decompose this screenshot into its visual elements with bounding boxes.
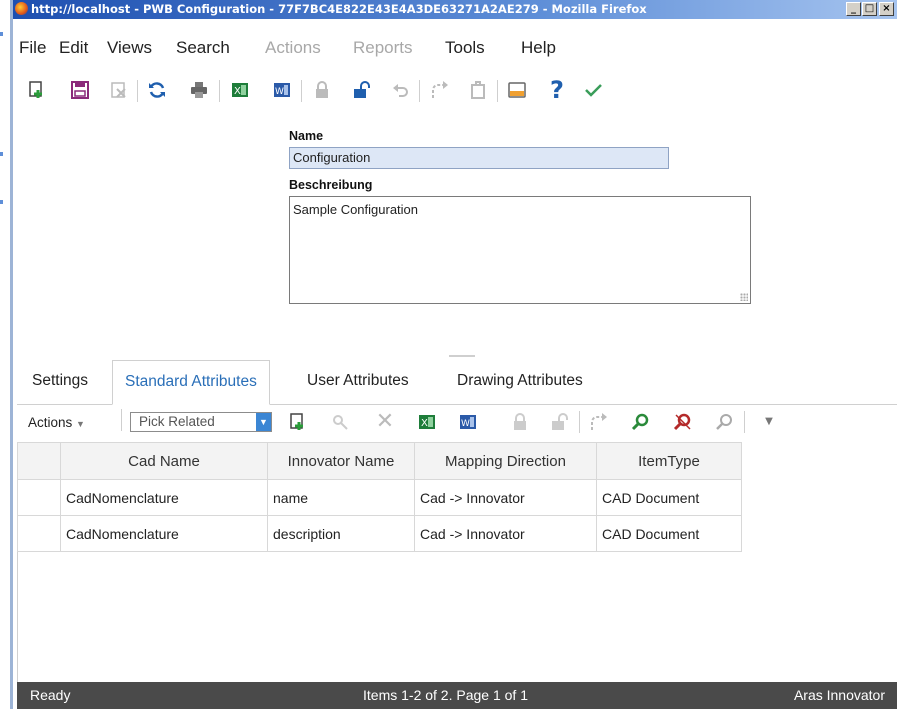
table-row[interactable]: CadNomenclature name Cad -> Innovator CA… [17, 479, 742, 516]
unlock-icon[interactable] [352, 80, 372, 100]
cell-cad-name[interactable]: CadNomenclature [60, 479, 268, 516]
search-options-icon[interactable] [715, 412, 735, 432]
column-header-mapping-direction[interactable]: Mapping Direction [414, 442, 597, 480]
column-header-innovator-name[interactable]: Innovator Name [267, 442, 415, 480]
delete-icon[interactable]: ✕ [375, 411, 395, 433]
menu-edit[interactable]: Edit [59, 38, 88, 58]
cell-itemtype[interactable]: CAD Document [596, 479, 742, 516]
new-icon[interactable] [27, 80, 47, 100]
actions-menu[interactable]: Actions ▼ [28, 414, 85, 433]
word-icon[interactable]: W [272, 80, 292, 100]
promote-icon[interactable] [429, 80, 449, 100]
clear-search-icon[interactable] [673, 412, 693, 432]
grid-header-row: Cad Name Innovator Name Mapping Directio… [17, 442, 742, 480]
cell-mapping-direction[interactable]: Cad -> Innovator [414, 515, 597, 552]
status-pagination: Items 1-2 of 2. Page 1 of 1 [363, 687, 528, 703]
svg-text:X: X [421, 418, 428, 429]
menu-help[interactable]: Help [521, 38, 556, 58]
menu-reports[interactable]: Reports [353, 38, 413, 58]
menu-views[interactable]: Views [107, 38, 152, 58]
done-icon[interactable] [583, 80, 603, 100]
lock-icon[interactable] [510, 412, 530, 432]
grid-header-selector[interactable] [17, 442, 61, 480]
window-title: http://localhost - PWB Configuration - 7… [31, 2, 647, 16]
menu-file[interactable]: File [19, 38, 46, 58]
svg-text:W: W [275, 87, 284, 97]
cell-mapping-direction[interactable]: Cad -> Innovator [414, 479, 597, 516]
panel-icon[interactable] [507, 80, 527, 100]
column-header-cad-name[interactable]: Cad Name [60, 442, 268, 480]
excel-icon[interactable]: X [230, 80, 250, 100]
cell-innovator-name[interactable]: name [267, 479, 415, 516]
menu-tools[interactable]: Tools [445, 38, 485, 58]
description-value: Sample Configuration [293, 202, 419, 217]
svg-text:W: W [461, 419, 470, 429]
claim-icon[interactable] [468, 80, 488, 100]
tab-standard-attributes[interactable]: Standard Attributes [112, 360, 270, 405]
row-selector[interactable] [17, 515, 61, 552]
relationship-grid: Cad Name Innovator Name Mapping Directio… [17, 442, 742, 552]
cell-innovator-name[interactable]: description [267, 515, 415, 552]
menu-search[interactable]: Search [176, 38, 230, 58]
chevron-down-icon: ▼ [76, 419, 85, 429]
svg-text:X: X [234, 86, 241, 97]
word-export-icon[interactable]: W [458, 412, 478, 432]
row-selector[interactable] [17, 479, 61, 516]
tab-user-attributes[interactable]: User Attributes [307, 360, 409, 402]
discard-icon[interactable] [109, 80, 129, 100]
pick-icon[interactable] [330, 412, 350, 432]
more-options-icon[interactable]: ▼ [759, 412, 779, 432]
status-product: Aras Innovator [793, 687, 885, 703]
menu-actions[interactable]: Actions [265, 38, 321, 58]
relationship-tabs: Settings Standard Attributes User Attrib… [17, 360, 897, 405]
menu-bar: File Edit Views Search Actions Reports T… [13, 38, 897, 64]
status-ready: Ready [30, 687, 71, 703]
search-icon[interactable] [631, 412, 651, 432]
save-icon[interactable] [70, 80, 90, 100]
refresh-icon[interactable] [147, 80, 167, 100]
pane-splitter[interactable] [449, 355, 475, 357]
firefox-icon [15, 2, 28, 15]
description-field[interactable]: Sample Configuration [289, 196, 751, 304]
app-window: http://localhost - PWB Configuration - 7… [10, 0, 897, 709]
resize-grip-icon[interactable] [740, 293, 748, 301]
cell-itemtype[interactable]: CAD Document [596, 515, 742, 552]
table-row[interactable]: CadNomenclature description Cad -> Innov… [17, 515, 742, 552]
tab-settings[interactable]: Settings [32, 360, 88, 402]
unlock-icon[interactable] [550, 412, 570, 432]
lock-icon[interactable] [312, 80, 332, 100]
new-relationship-icon[interactable] [288, 412, 308, 432]
name-field[interactable]: Configuration [289, 147, 669, 169]
promote-icon[interactable] [588, 412, 608, 432]
title-bar: http://localhost - PWB Configuration - 7… [13, 0, 897, 19]
print-icon[interactable] [189, 80, 209, 100]
actions-label: Actions [28, 415, 73, 430]
cell-cad-name[interactable]: CadNomenclature [60, 515, 268, 552]
maximize-button[interactable]: □ [862, 2, 877, 16]
tab-drawing-attributes[interactable]: Drawing Attributes [457, 360, 583, 402]
description-label: Beschreibung [289, 178, 373, 192]
pick-related-value: Pick Related [139, 414, 215, 429]
status-bar: Ready Items 1-2 of 2. Page 1 of 1 Aras I… [17, 682, 897, 709]
help-icon[interactable]: ? [547, 78, 567, 102]
pick-related-select[interactable]: Pick Related ▼ [130, 412, 272, 432]
chevron-down-icon: ▼ [256, 413, 271, 431]
excel-export-icon[interactable]: X [417, 412, 437, 432]
column-header-itemtype[interactable]: ItemType [596, 442, 742, 480]
name-label: Name [289, 129, 324, 143]
minimize-button[interactable]: _ [846, 2, 861, 16]
close-button[interactable]: × [879, 2, 894, 16]
undo-icon[interactable] [391, 80, 411, 100]
